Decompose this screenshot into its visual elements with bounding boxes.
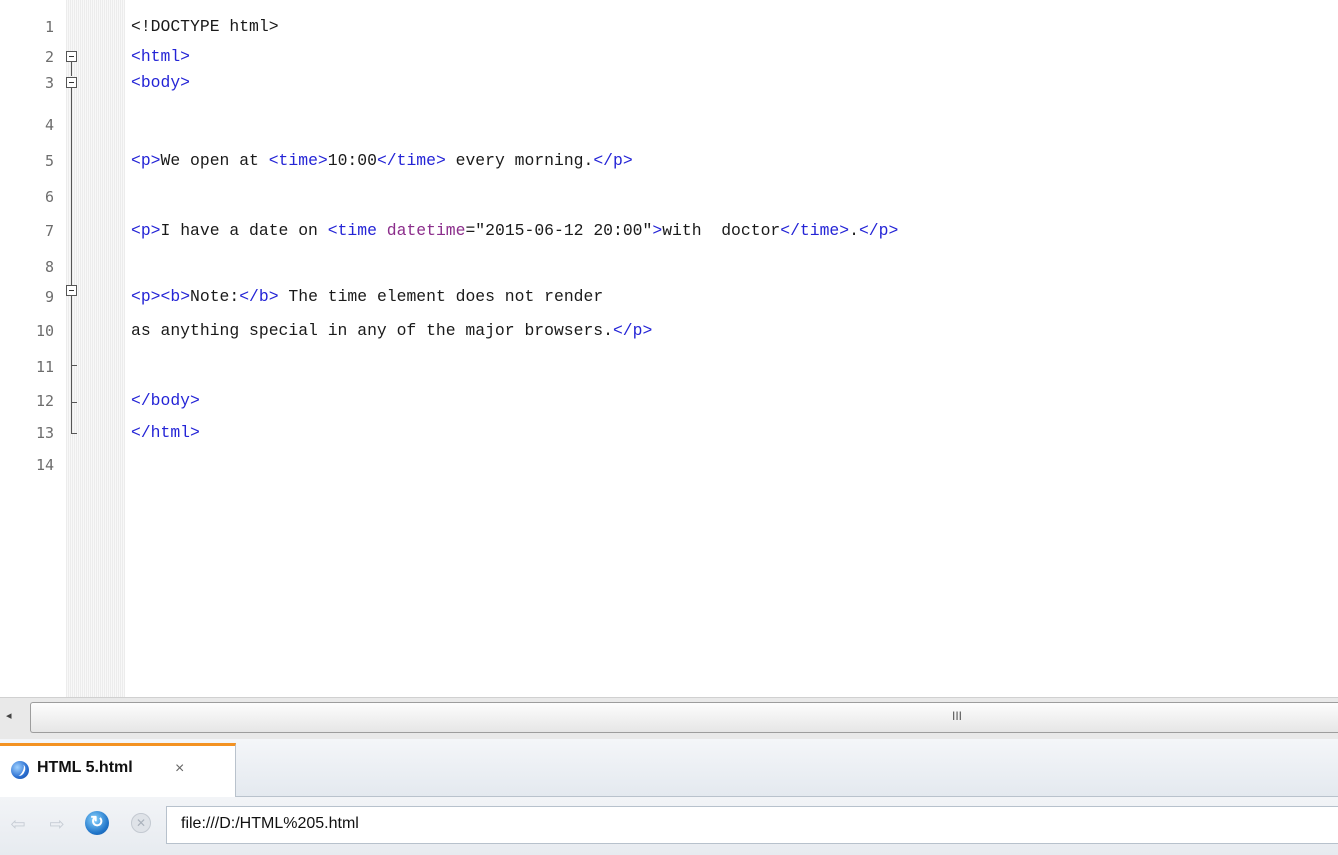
- url-text[interactable]: file:///D:/HTML%205.html: [181, 815, 359, 833]
- line-number: 3: [44, 74, 54, 92]
- tag-end: >: [652, 221, 663, 240]
- code-text: <html>: [131, 44, 190, 70]
- fold-margin: [66, 0, 125, 697]
- code-line: 10 as anything special in any of the maj…: [0, 318, 1338, 344]
- arrow-left-icon[interactable]: ⇦: [8, 814, 28, 834]
- code-line: 6: [0, 184, 1338, 210]
- body-open-tag: <body>: [131, 73, 191, 92]
- time-open-tag: <time: [327, 221, 387, 240]
- code-line: 7 <p>I have a date on <time datetime="20…: [0, 218, 1338, 244]
- reload-icon[interactable]: ↻: [85, 811, 109, 835]
- line-number: 1: [44, 18, 54, 36]
- code-line: 5 <p>We open at <time>10:00</time> every…: [0, 148, 1338, 174]
- attribute-value: ="2015-06-12 20:00": [465, 221, 653, 240]
- stop-icon[interactable]: ✕: [131, 813, 151, 833]
- line-number: 11: [35, 358, 54, 376]
- code-text: as anything special in any of the major …: [131, 318, 652, 344]
- text: 10:00: [327, 151, 377, 170]
- tab-label: HTML 5.html: [37, 759, 133, 776]
- code-text: <body>: [131, 70, 190, 96]
- code-line: 9 <p><b>Note:</b> The time element does …: [0, 284, 1338, 310]
- code-text: <p><b>Note:</b> The time element does no…: [131, 284, 603, 310]
- line-number: 4: [44, 116, 54, 134]
- arrow-right-icon[interactable]: ⇨: [47, 814, 67, 834]
- address-bar[interactable]: file:///D:/HTML%205.html: [166, 806, 1338, 844]
- preview-tab-strip: HTML 5.html ×: [0, 739, 1338, 797]
- code-line: 8: [0, 254, 1338, 280]
- p-close-tag: </p>: [858, 221, 899, 240]
- navigation-bar: ⇦ ⇨ ↻ ✕ file:///D:/HTML%205.html: [0, 797, 1338, 855]
- attribute-name: datetime: [386, 221, 466, 240]
- text: .: [849, 221, 859, 240]
- text: I have a date on: [160, 221, 328, 240]
- p-open-tag: <p>: [131, 287, 161, 306]
- close-icon[interactable]: ×: [175, 760, 184, 778]
- b-close-tag: </b>: [239, 287, 279, 306]
- code-text: </body>: [131, 388, 200, 414]
- b-open-tag: <b>: [160, 287, 191, 306]
- text: as anything special in any of the major …: [131, 321, 613, 340]
- line-number: 8: [44, 258, 54, 276]
- tab-html5[interactable]: HTML 5.html ×: [0, 743, 236, 797]
- code-line: 11: [0, 354, 1338, 380]
- code-line: 4: [0, 112, 1338, 138]
- line-number: 9: [44, 288, 54, 306]
- text: Note:: [190, 287, 240, 306]
- code-line: 1 <!DOCTYPE html>: [0, 14, 1338, 40]
- scrollbar-thumb[interactable]: III: [30, 702, 1338, 733]
- line-number: 2: [44, 48, 54, 66]
- line-number: 10: [35, 322, 54, 340]
- line-number: 12: [35, 392, 54, 410]
- code-text: </html>: [131, 420, 200, 446]
- code-line: 2 <html>: [0, 44, 1338, 70]
- horizontal-scrollbar[interactable]: ◂ III: [0, 697, 1338, 739]
- code-line: 12 </body>: [0, 388, 1338, 414]
- text: The time element does not render: [278, 287, 604, 306]
- code-line: 3 <body>: [0, 70, 1338, 96]
- html-close-tag: </html>: [131, 423, 200, 442]
- line-number: 14: [35, 456, 54, 474]
- line-number: 13: [35, 424, 54, 442]
- code-text: <p>I have a date on <time datetime="2015…: [131, 218, 898, 244]
- code-text: <p>We open at <time>10:00</time> every m…: [131, 148, 633, 174]
- time-close-tag: </time>: [376, 151, 446, 170]
- code-text: <!DOCTYPE html>: [131, 14, 279, 40]
- code-editor[interactable]: 1 <!DOCTYPE html> 2 <html> 3 <body> 4 5 …: [0, 0, 1338, 697]
- p-close-tag: </p>: [612, 321, 653, 340]
- scroll-left-arrow-icon[interactable]: ◂: [6, 709, 12, 722]
- p-open-tag: <p>: [131, 151, 161, 170]
- text: every morning.: [445, 151, 594, 170]
- body-close-tag: </body>: [131, 391, 200, 410]
- p-close-tag: </p>: [593, 151, 633, 170]
- doctype: <!DOCTYPE html>: [131, 17, 279, 36]
- grip-icon: III: [952, 709, 963, 723]
- time-open-tag: <time>: [268, 151, 328, 170]
- text: We open at: [160, 151, 269, 170]
- line-number-gutter: [0, 0, 66, 697]
- text: with doctor: [662, 221, 781, 240]
- line-number: 7: [44, 222, 54, 240]
- line-number: 6: [44, 188, 54, 206]
- code-line: 14: [0, 452, 1338, 478]
- html-open-tag: <html>: [131, 47, 191, 66]
- line-number: 5: [44, 152, 54, 170]
- code-line: 13 </html>: [0, 420, 1338, 446]
- time-close-tag: </time>: [780, 221, 850, 240]
- browser-globe-icon: [11, 761, 29, 779]
- p-open-tag: <p>: [131, 221, 161, 240]
